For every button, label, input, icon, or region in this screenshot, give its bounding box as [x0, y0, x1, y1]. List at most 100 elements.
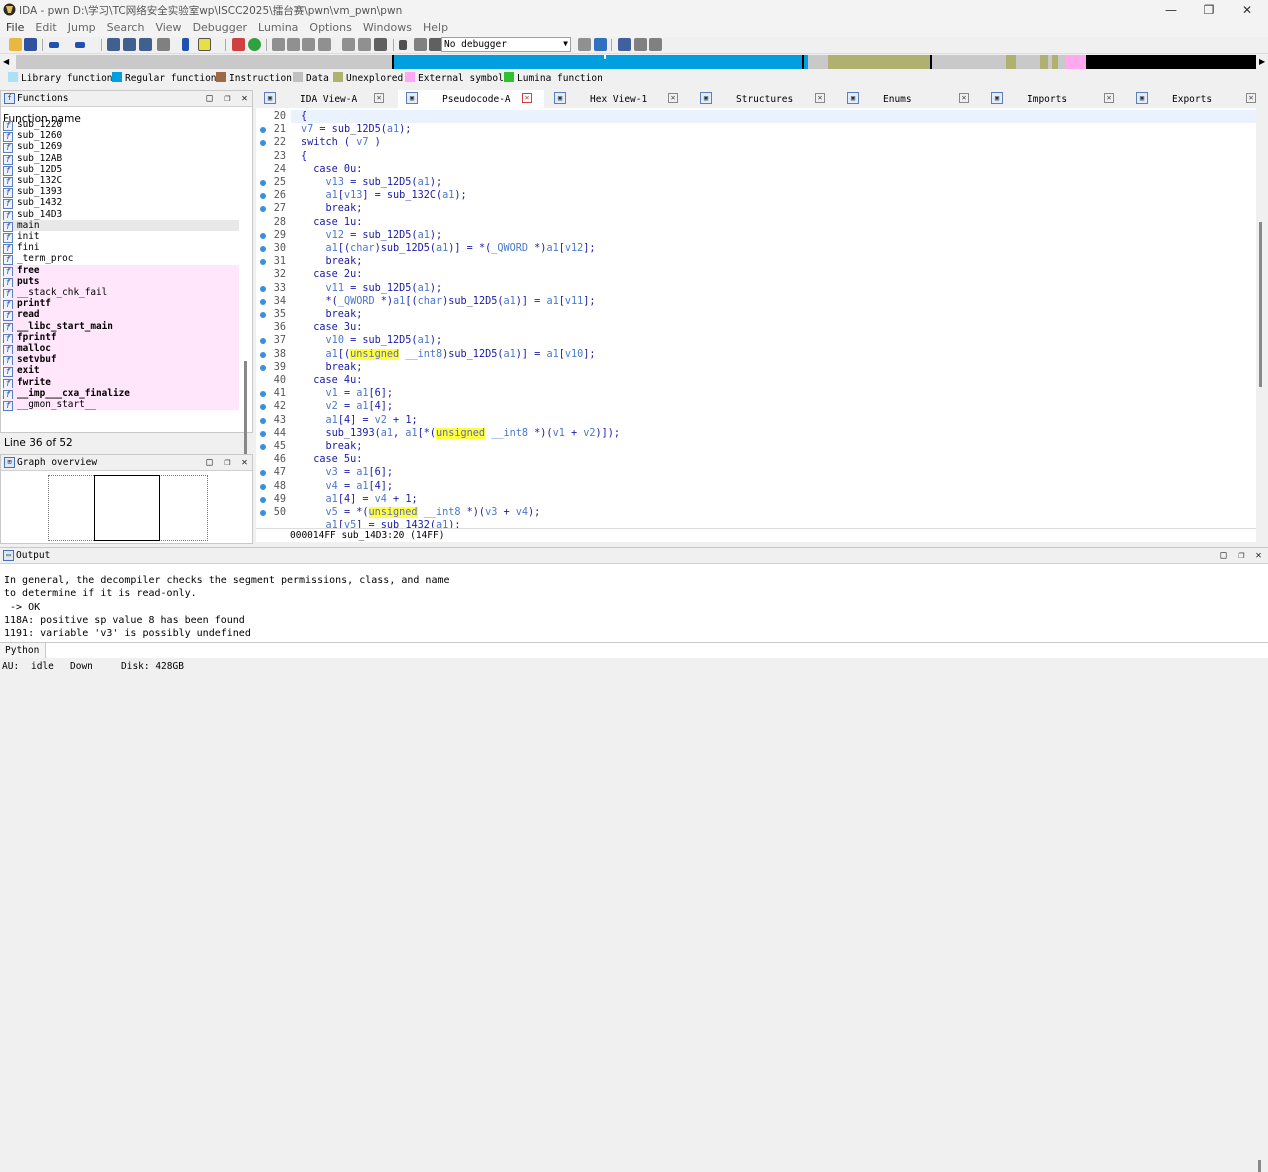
tab-hex-view-1[interactable]: ▣ Hex View-1 ✕	[546, 90, 690, 108]
function-row[interactable]: f init	[3, 231, 239, 243]
binary-search-icon[interactable]	[107, 38, 120, 51]
binoculars-icon[interactable]	[157, 38, 170, 51]
tab-ida-view-a[interactable]: ▣ IDA View-A ✕	[256, 90, 396, 108]
function-row[interactable]: f sub_1393	[3, 186, 239, 199]
breakpoint-dot-icon[interactable]	[260, 285, 266, 292]
code-line[interactable]: {	[301, 150, 307, 163]
breakpoint-dot-icon[interactable]	[260, 496, 266, 503]
menu-options[interactable]: Options	[303, 20, 356, 34]
menu-file[interactable]: File	[0, 20, 29, 34]
struct-icon[interactable]	[318, 38, 331, 51]
function-row[interactable]: f sub_1220	[3, 119, 239, 131]
tab-close-icon[interactable]: ✕	[1104, 93, 1114, 103]
function-icon[interactable]	[342, 38, 355, 51]
step-icon[interactable]	[578, 38, 591, 51]
code-line[interactable]: case 2u:	[301, 268, 362, 281]
code-line[interactable]: case 3u:	[301, 321, 362, 334]
menu-help[interactable]: Help	[417, 20, 453, 34]
code-line[interactable]: break;	[301, 255, 363, 268]
output-scrollbar[interactable]	[1258, 1160, 1261, 1172]
breakpoint-dot-icon[interactable]	[260, 483, 266, 490]
nav-right-arrow-icon[interactable]: ▶	[1259, 57, 1265, 66]
code-line[interactable]: case 0u:	[301, 163, 362, 176]
breakpoint-dot-icon[interactable]	[260, 312, 266, 318]
text-color-icon[interactable]	[198, 38, 211, 51]
function-row[interactable]: f __gmon_start__	[3, 399, 239, 411]
tab-pseudocode-a[interactable]: ▣ Pseudocode-A ✕	[398, 90, 544, 108]
graph-icon[interactable]	[232, 38, 245, 51]
save-icon[interactable]	[24, 38, 37, 51]
function-row[interactable]: f __libc_start_main	[3, 320, 239, 333]
code-line[interactable]: a1[v13] = sub_132C(a1);	[301, 189, 467, 202]
menu-lumina[interactable]: Lumina	[252, 20, 303, 34]
tab-exports[interactable]: ▣ Exports ✕	[1128, 90, 1268, 108]
menu-jump[interactable]: Jump	[62, 20, 101, 34]
convert-icon[interactable]	[302, 38, 315, 51]
run-green-icon[interactable]	[248, 38, 261, 51]
code-line[interactable]: v5 = *(unsigned __int8 *)(v3 + v4);	[301, 506, 540, 519]
function-row[interactable]: f sub_14D3	[3, 209, 239, 221]
tab-close-icon[interactable]: ✕	[374, 93, 384, 103]
code-line[interactable]: v12 = sub_12D5(a1);	[301, 229, 443, 242]
undefine-icon[interactable]	[374, 38, 387, 51]
tab-close-icon[interactable]: ✕	[815, 93, 825, 103]
code-line[interactable]: a1[(char)sub_12D5(a1)] = *(_QWORD *)a1[v…	[301, 242, 596, 255]
function-row[interactable]: f puts	[3, 275, 239, 288]
breakpoint-dot-icon[interactable]	[260, 510, 266, 516]
menu-debugger[interactable]: Debugger	[187, 20, 252, 34]
tab-close-icon[interactable]: ✕	[959, 93, 969, 103]
breakpoint-dot-icon[interactable]	[260, 298, 266, 305]
function-row[interactable]: f free	[3, 264, 239, 277]
text-search-icon[interactable]	[123, 38, 136, 51]
immediate-search-icon[interactable]	[139, 38, 152, 51]
restore-button[interactable]: ❐	[1190, 0, 1228, 20]
code-line[interactable]: v7 = sub_12D5(a1);	[301, 123, 411, 136]
breakpoint-dot-icon[interactable]	[260, 444, 266, 450]
function-row[interactable]: f fprintf	[3, 331, 239, 344]
code-line[interactable]: v10 = sub_12D5(a1);	[301, 334, 443, 347]
function-row[interactable]: f malloc	[3, 343, 239, 355]
menu-edit[interactable]: Edit	[29, 20, 61, 34]
tab-close-icon[interactable]: ✕	[522, 93, 532, 103]
maximize-icon[interactable]: □	[204, 457, 215, 468]
close-icon[interactable]: ✕	[1253, 550, 1264, 561]
menu-windows[interactable]: Windows	[357, 20, 417, 34]
back-icon[interactable]	[49, 42, 59, 48]
code-line[interactable]: a1[(unsigned __int8)sub_12D5(a1)] = a1[v…	[301, 348, 596, 361]
maximize-icon[interactable]: □	[204, 93, 215, 104]
function-row[interactable]: f fini	[3, 242, 239, 255]
close-icon[interactable]: ✕	[239, 457, 250, 468]
function-row[interactable]: f __stack_chk_fail	[3, 287, 239, 299]
function-row[interactable]: f sub_132C	[3, 175, 239, 187]
function-row[interactable]: f printf	[3, 298, 239, 311]
breakpoint-dot-icon[interactable]	[260, 232, 266, 239]
tab-close-icon[interactable]: ✕	[1246, 93, 1256, 103]
code-line[interactable]: case 1u:	[301, 216, 362, 229]
maximize-icon[interactable]: □	[1218, 550, 1229, 561]
function-row[interactable]: f exit	[3, 365, 239, 378]
console-input[interactable]	[47, 644, 1265, 657]
breakpoint-dot-icon[interactable]	[260, 351, 266, 358]
function-row[interactable]: f main	[3, 219, 239, 232]
breakpoint-dot-icon[interactable]	[260, 417, 266, 424]
code-line[interactable]: switch ( v7 )	[301, 136, 381, 149]
code-line[interactable]: sub_1393(a1, a1[*(unsigned __int8 *)(v1 …	[301, 427, 620, 440]
breakpoint-list-icon[interactable]	[618, 38, 631, 51]
menu-search[interactable]: Search	[101, 20, 150, 34]
open-icon[interactable]	[9, 38, 22, 51]
function-row[interactable]: f sub_12AB	[3, 153, 239, 165]
console-language-label[interactable]: Python	[0, 643, 46, 658]
code-line[interactable]: break;	[301, 202, 363, 215]
data-icon[interactable]	[287, 38, 300, 51]
array-icon[interactable]	[358, 38, 371, 51]
attach-icon[interactable]	[594, 38, 607, 51]
function-row[interactable]: f fwrite	[3, 376, 239, 389]
code-line[interactable]: v4 = a1[4];	[301, 480, 394, 493]
play-icon[interactable]	[399, 40, 407, 50]
minimize-button[interactable]: —	[1152, 0, 1190, 20]
close-icon[interactable]: ✕	[239, 93, 250, 104]
code-line[interactable]: a1[4] = v4 + 1;	[301, 493, 418, 506]
code-line[interactable]: a1[v5] = sub_1432(a1);	[301, 519, 461, 528]
editor-scrollbar-thumb[interactable]	[1259, 222, 1262, 387]
tab-enums[interactable]: ▣ Enums ✕	[839, 90, 981, 108]
